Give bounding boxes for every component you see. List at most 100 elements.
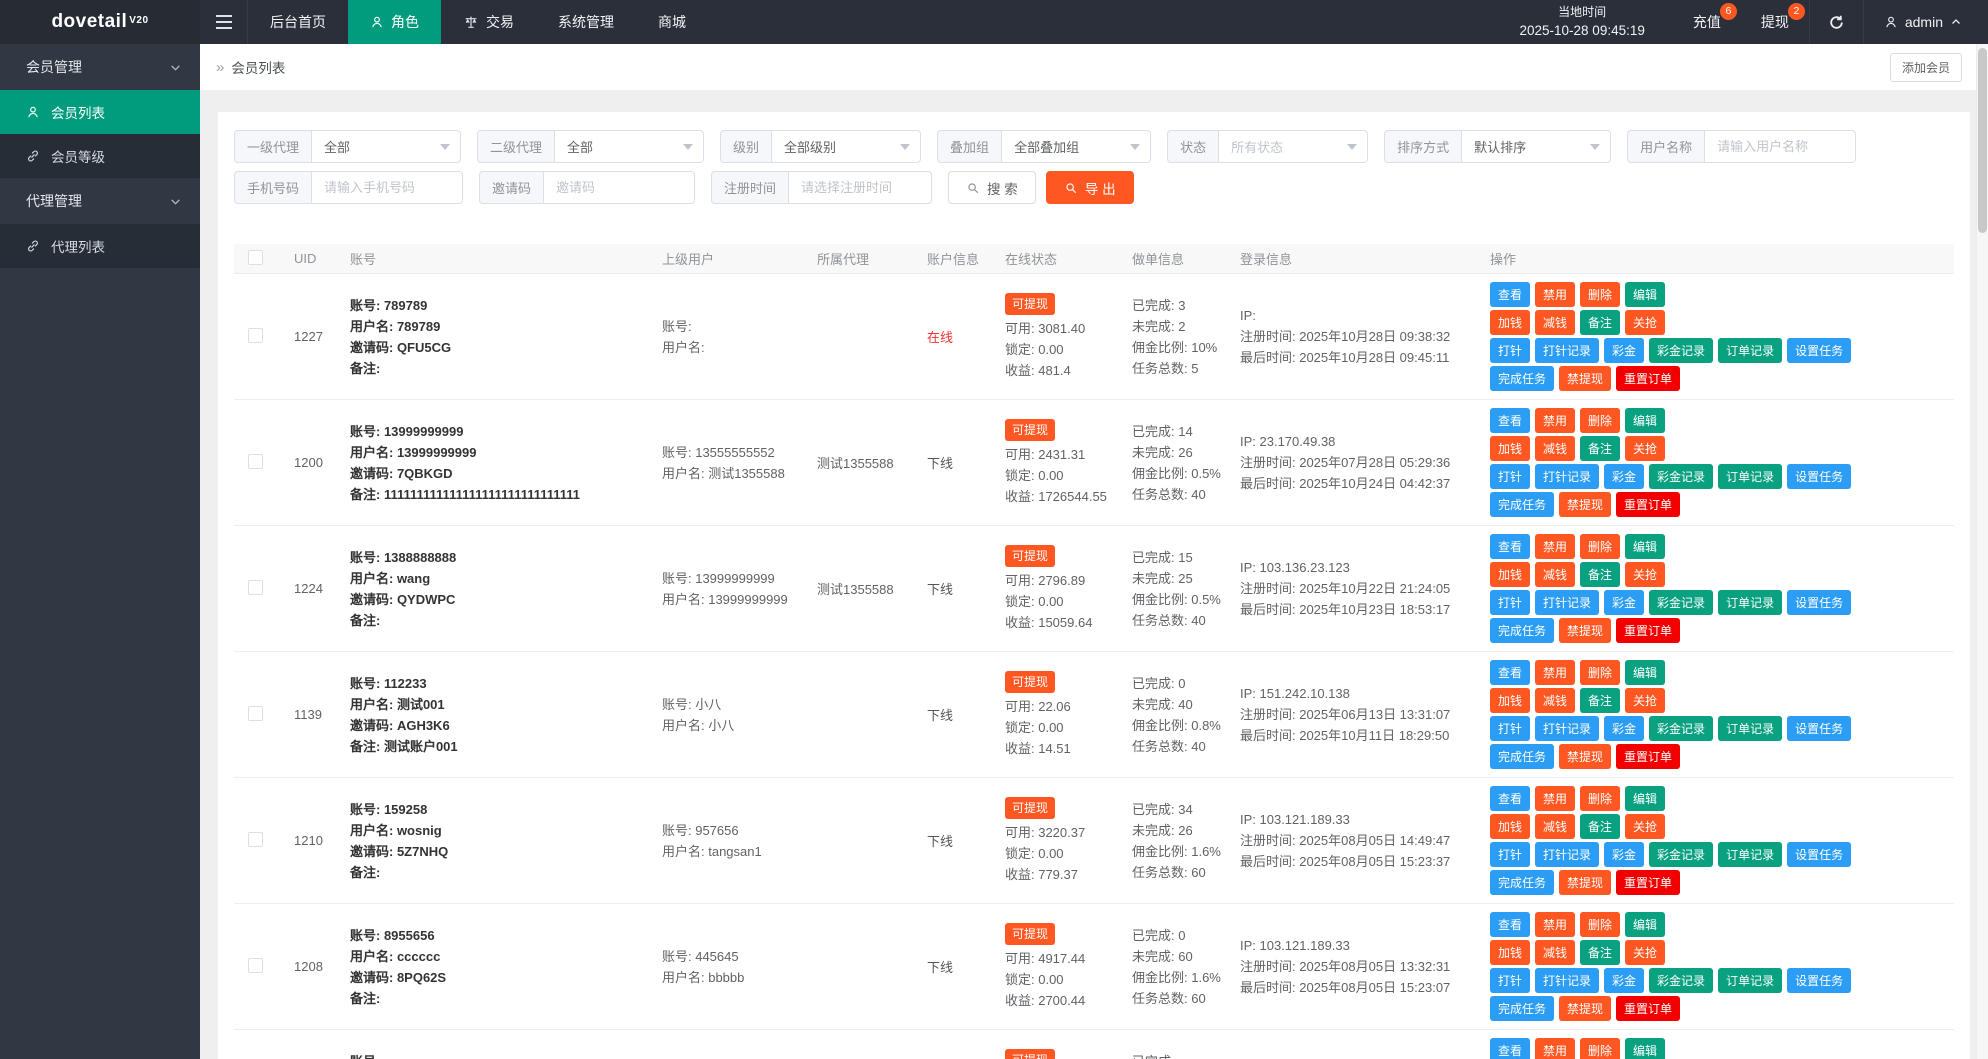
action-button[interactable]: 订单记录 — [1718, 464, 1782, 489]
action-button[interactable]: 删除 — [1580, 534, 1620, 559]
action-button[interactable]: 关抢 — [1625, 814, 1665, 839]
scrollbar-thumb[interactable] — [1978, 48, 1987, 233]
action-button[interactable]: 彩金 — [1604, 464, 1644, 489]
action-button[interactable]: 打针记录 — [1535, 716, 1599, 741]
action-button[interactable]: 彩金 — [1604, 716, 1644, 741]
action-button[interactable]: 查看 — [1490, 282, 1530, 307]
withdraw-menu[interactable]: 提现 2 — [1741, 0, 1809, 44]
username-input[interactable] — [1704, 130, 1856, 163]
action-button[interactable]: 彩金记录 — [1649, 716, 1713, 741]
action-button[interactable]: 减钱 — [1535, 310, 1575, 335]
tab-system[interactable]: 系统管理 — [536, 0, 636, 44]
action-button[interactable]: 查看 — [1490, 408, 1530, 433]
row-checkbox[interactable] — [248, 958, 263, 973]
sidebar-group-agent-management[interactable]: 代理管理 — [0, 178, 200, 224]
sidebar-group-member-management[interactable]: 会员管理 — [0, 44, 200, 90]
select-all-checkbox[interactable] — [248, 250, 263, 265]
action-button[interactable]: 禁用 — [1535, 660, 1575, 685]
action-button[interactable]: 设置任务 — [1787, 968, 1851, 993]
action-button[interactable]: 重置订单 — [1616, 996, 1680, 1021]
action-button[interactable]: 禁提现 — [1559, 492, 1611, 517]
sidebar-item-member-level[interactable]: 会员等级 — [0, 134, 200, 178]
refresh-button[interactable] — [1809, 0, 1864, 44]
agent1-select[interactable]: 全部 — [311, 130, 461, 163]
action-button[interactable]: 禁提现 — [1559, 366, 1611, 391]
action-button[interactable]: 禁用 — [1535, 786, 1575, 811]
action-button[interactable]: 关抢 — [1625, 436, 1665, 461]
action-button[interactable]: 删除 — [1580, 408, 1620, 433]
action-button[interactable]: 打针记录 — [1535, 464, 1599, 489]
action-button[interactable]: 加钱 — [1490, 562, 1530, 587]
action-button[interactable]: 重置订单 — [1616, 492, 1680, 517]
action-button[interactable]: 编辑 — [1625, 660, 1665, 685]
action-button[interactable]: 禁用 — [1535, 534, 1575, 559]
action-button[interactable]: 彩金记录 — [1649, 590, 1713, 615]
action-button[interactable]: 订单记录 — [1718, 716, 1782, 741]
export-button[interactable]: 导 出 — [1046, 171, 1134, 204]
action-button[interactable]: 完成任务 — [1490, 366, 1554, 391]
action-button[interactable]: 打针 — [1490, 338, 1530, 363]
action-button[interactable]: 禁提现 — [1559, 870, 1611, 895]
action-button[interactable]: 编辑 — [1625, 282, 1665, 307]
action-button[interactable]: 备注 — [1580, 688, 1620, 713]
action-button[interactable]: 加钱 — [1490, 310, 1530, 335]
action-button[interactable]: 完成任务 — [1490, 618, 1554, 643]
action-button[interactable]: 减钱 — [1535, 436, 1575, 461]
action-button[interactable]: 禁用 — [1535, 1038, 1575, 1059]
action-button[interactable]: 打针记录 — [1535, 968, 1599, 993]
action-button[interactable]: 完成任务 — [1490, 744, 1554, 769]
sidebar-item-agent-list[interactable]: 代理列表 — [0, 224, 200, 268]
action-button[interactable]: 编辑 — [1625, 1038, 1665, 1059]
action-button[interactable]: 设置任务 — [1787, 842, 1851, 867]
recharge-menu[interactable]: 充值 6 — [1673, 0, 1741, 44]
status-select[interactable]: 所有状态 — [1218, 130, 1368, 163]
action-button[interactable]: 编辑 — [1625, 912, 1665, 937]
sidebar-item-member-list[interactable]: 会员列表 — [0, 90, 200, 134]
action-button[interactable]: 彩金记录 — [1649, 968, 1713, 993]
action-button[interactable]: 减钱 — [1535, 688, 1575, 713]
action-button[interactable]: 打针记录 — [1535, 338, 1599, 363]
register-time-input[interactable] — [788, 171, 932, 204]
action-button[interactable]: 减钱 — [1535, 814, 1575, 839]
row-checkbox[interactable] — [248, 328, 263, 343]
phone-input[interactable] — [311, 171, 463, 204]
action-button[interactable]: 减钱 — [1535, 562, 1575, 587]
action-button[interactable]: 禁提现 — [1559, 744, 1611, 769]
row-checkbox[interactable] — [248, 580, 263, 595]
action-button[interactable]: 设置任务 — [1787, 464, 1851, 489]
action-button[interactable]: 订单记录 — [1718, 338, 1782, 363]
action-button[interactable]: 禁提现 — [1559, 996, 1611, 1021]
action-button[interactable]: 完成任务 — [1490, 870, 1554, 895]
action-button[interactable]: 禁提现 — [1559, 618, 1611, 643]
action-button[interactable]: 订单记录 — [1718, 842, 1782, 867]
action-button[interactable]: 备注 — [1580, 814, 1620, 839]
tab-trade[interactable]: 交易 — [441, 0, 536, 44]
action-button[interactable]: 删除 — [1580, 786, 1620, 811]
action-button[interactable]: 打针记录 — [1535, 842, 1599, 867]
action-button[interactable]: 编辑 — [1625, 534, 1665, 559]
row-checkbox[interactable] — [248, 454, 263, 469]
action-button[interactable]: 关抢 — [1625, 310, 1665, 335]
action-button[interactable]: 彩金记录 — [1649, 338, 1713, 363]
tab-dashboard[interactable]: 后台首页 — [248, 0, 348, 44]
action-button[interactable]: 重置订单 — [1616, 744, 1680, 769]
action-button[interactable]: 重置订单 — [1616, 366, 1680, 391]
add-member-button[interactable]: 添加会员 — [1890, 53, 1962, 82]
action-button[interactable]: 订单记录 — [1718, 968, 1782, 993]
agent2-select[interactable]: 全部 — [554, 130, 704, 163]
sort-select[interactable]: 默认排序 — [1461, 130, 1611, 163]
action-button[interactable]: 彩金 — [1604, 338, 1644, 363]
action-button[interactable]: 禁用 — [1535, 282, 1575, 307]
row-checkbox[interactable] — [248, 706, 263, 721]
action-button[interactable]: 打针 — [1490, 968, 1530, 993]
action-button[interactable]: 打针 — [1490, 842, 1530, 867]
action-button[interactable]: 删除 — [1580, 282, 1620, 307]
action-button[interactable]: 查看 — [1490, 912, 1530, 937]
search-button[interactable]: 搜 索 — [948, 171, 1036, 204]
action-button[interactable]: 彩金记录 — [1649, 842, 1713, 867]
action-button[interactable]: 设置任务 — [1787, 716, 1851, 741]
action-button[interactable]: 备注 — [1580, 436, 1620, 461]
action-button[interactable]: 打针 — [1490, 464, 1530, 489]
action-button[interactable]: 加钱 — [1490, 688, 1530, 713]
action-button[interactable]: 完成任务 — [1490, 996, 1554, 1021]
